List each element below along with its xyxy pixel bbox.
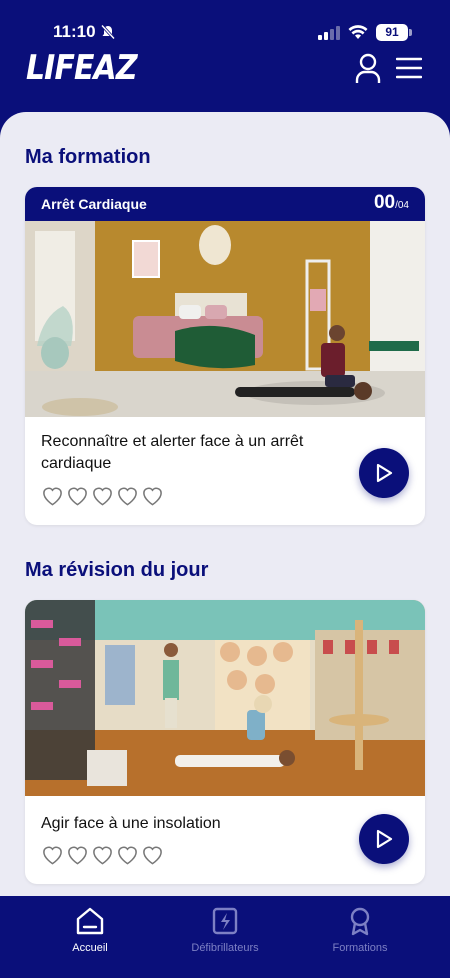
wifi-icon (348, 25, 368, 39)
cardiac-arrest-scene-image (25, 221, 425, 417)
tab-label: Formations (332, 942, 388, 954)
heart-icon (43, 487, 62, 506)
revision-card[interactable]: Agir face à une insolation (25, 600, 425, 884)
card-category: Arrêt Cardiaque (41, 196, 147, 212)
heart-icon (118, 846, 137, 865)
play-button[interactable] (359, 814, 409, 864)
bell-muted-icon (100, 24, 116, 40)
card-header: Arrêt Cardiaque 00/04 (25, 187, 425, 221)
bottom-tab-bar: Accueil Défibrillateurs Formations (0, 896, 450, 978)
section-title-formation: Ma formation (25, 146, 151, 168)
section-title-revision: Ma révision du jour (25, 559, 209, 581)
play-button[interactable] (359, 448, 409, 498)
card-title: Reconnaître et alerter face à un arrêt c… (41, 433, 304, 472)
sunstroke-scene-image (25, 600, 425, 796)
progress-total: /04 (395, 200, 409, 211)
heart-icon (143, 487, 162, 506)
status-time: 11:10 (53, 22, 96, 41)
app-logo: LIFEAZ (26, 48, 138, 88)
play-icon (376, 463, 393, 483)
tab-accueil[interactable]: Accueil (30, 906, 150, 954)
home-icon (76, 907, 104, 935)
rating-stars (41, 844, 164, 866)
signal-icon (318, 26, 340, 40)
formation-card[interactable]: Arrêt Cardiaque 00/04 Reconnaître et ale… (25, 187, 425, 525)
heart-icon (93, 846, 112, 865)
heart-icon (118, 487, 137, 506)
tab-formations[interactable]: Formations (300, 906, 420, 954)
tab-label: Défibrillateurs (191, 942, 259, 954)
status-bar: 11:10 91 (0, 0, 450, 48)
heart-icon (143, 846, 162, 865)
heart-icon (68, 846, 87, 865)
user-icon[interactable] (354, 52, 382, 84)
defibrillator-icon (212, 907, 238, 935)
content-area: Ma formation Arrêt Cardiaque 00/04 Recon… (0, 112, 450, 896)
rating-stars (41, 485, 164, 507)
heart-icon (68, 487, 87, 506)
card-title: Agir face à une insolation (41, 815, 221, 832)
award-icon (350, 907, 370, 936)
progress-current: 00 (373, 192, 396, 213)
heart-icon (93, 487, 112, 506)
tab-label: Accueil (72, 942, 108, 954)
menu-icon[interactable] (396, 56, 422, 80)
tab-defibrillateurs[interactable]: Défibrillateurs (165, 906, 285, 954)
heart-icon (43, 846, 62, 865)
play-icon (376, 829, 393, 849)
battery-indicator: 91 (376, 24, 412, 41)
progress-counter: 00/04 (374, 192, 409, 214)
